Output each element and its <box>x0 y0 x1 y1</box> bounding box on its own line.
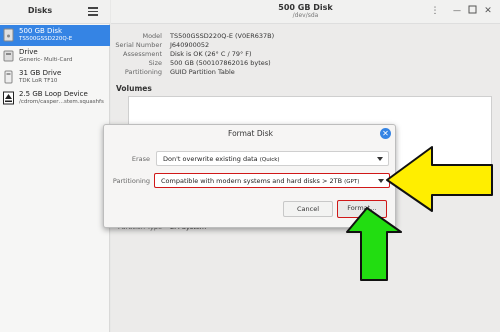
erase-dropdown[interactable]: Don't overwrite existing data (Quick) <box>156 151 389 166</box>
model-value: TS500GSSD220Q-E (V0ER637B) <box>170 32 275 40</box>
maximize-button[interactable] <box>466 5 478 17</box>
drive-name: 2.5 GB Loop Device <box>19 90 88 98</box>
assessment-value: Disk is OK (26° C / 79° F) <box>170 50 252 58</box>
volumes-heading: Volumes <box>116 84 152 93</box>
erase-hint: (Quick) <box>259 157 280 163</box>
header-bar: 500 GB Disk /dev/sda <box>111 0 500 24</box>
drive-model: /cdrom/casper…stem.squashfs <box>19 99 104 105</box>
disk-icon <box>3 28 14 42</box>
assessment-label: Assessment <box>123 50 162 58</box>
drive-name: 31 GB Drive <box>19 69 62 77</box>
card-reader-icon <box>3 50 14 62</box>
partitioning-value: GUID Partition Table <box>170 68 235 76</box>
erase-value: Don't overwrite existing data <box>163 155 258 163</box>
drive-name: 500 GB Disk <box>19 27 63 35</box>
size-label: Size <box>148 59 162 67</box>
minimize-button[interactable]: — <box>451 6 463 16</box>
drive-model: Generic- Multi-Card <box>19 57 73 63</box>
drive-model: TS500GSSD220Q-E <box>19 36 73 42</box>
maximize-icon <box>468 5 476 14</box>
serial-value: J640900052 <box>170 41 210 49</box>
usb-drive-icon <box>4 70 13 84</box>
close-window-button[interactable]: ✕ <box>482 6 494 16</box>
dialog-title: Format Disk <box>228 129 273 138</box>
disk-title: 500 GB Disk <box>278 3 333 12</box>
serial-label: Serial Number <box>115 41 162 49</box>
partitioning-label: Partitioning <box>124 68 162 76</box>
dialog-close-button[interactable]: ✕ <box>380 128 391 139</box>
partitioning-hint: (GPT) <box>344 179 360 185</box>
drive-item-loop[interactable]: 2.5 GB Loop Device /cdrom/casper…stem.sq… <box>0 88 110 109</box>
green-arrow-icon <box>346 207 402 281</box>
drive-model: TDK LoR TF10 <box>19 78 58 84</box>
cancel-button[interactable]: Cancel <box>283 201 333 217</box>
drive-name: Drive <box>19 48 38 56</box>
disk-device-path: /dev/sda <box>292 12 319 19</box>
eject-icon <box>3 91 14 105</box>
more-options-icon[interactable]: ⋮ <box>429 6 441 16</box>
model-label: Model <box>142 32 162 40</box>
erase-label: Erase <box>131 155 150 163</box>
yellow-arrow-icon <box>386 146 493 212</box>
partitioning-option-value: Compatible with modern systems and hard … <box>161 177 343 185</box>
menu-icon[interactable] <box>88 7 98 16</box>
partitioning-dropdown[interactable]: Compatible with modern systems and hard … <box>154 173 390 188</box>
sidebar-title: Disks <box>27 6 53 15</box>
partitioning-option-label: Partitioning <box>112 177 150 185</box>
size-value: 500 GB (500107862016 bytes) <box>170 59 271 67</box>
